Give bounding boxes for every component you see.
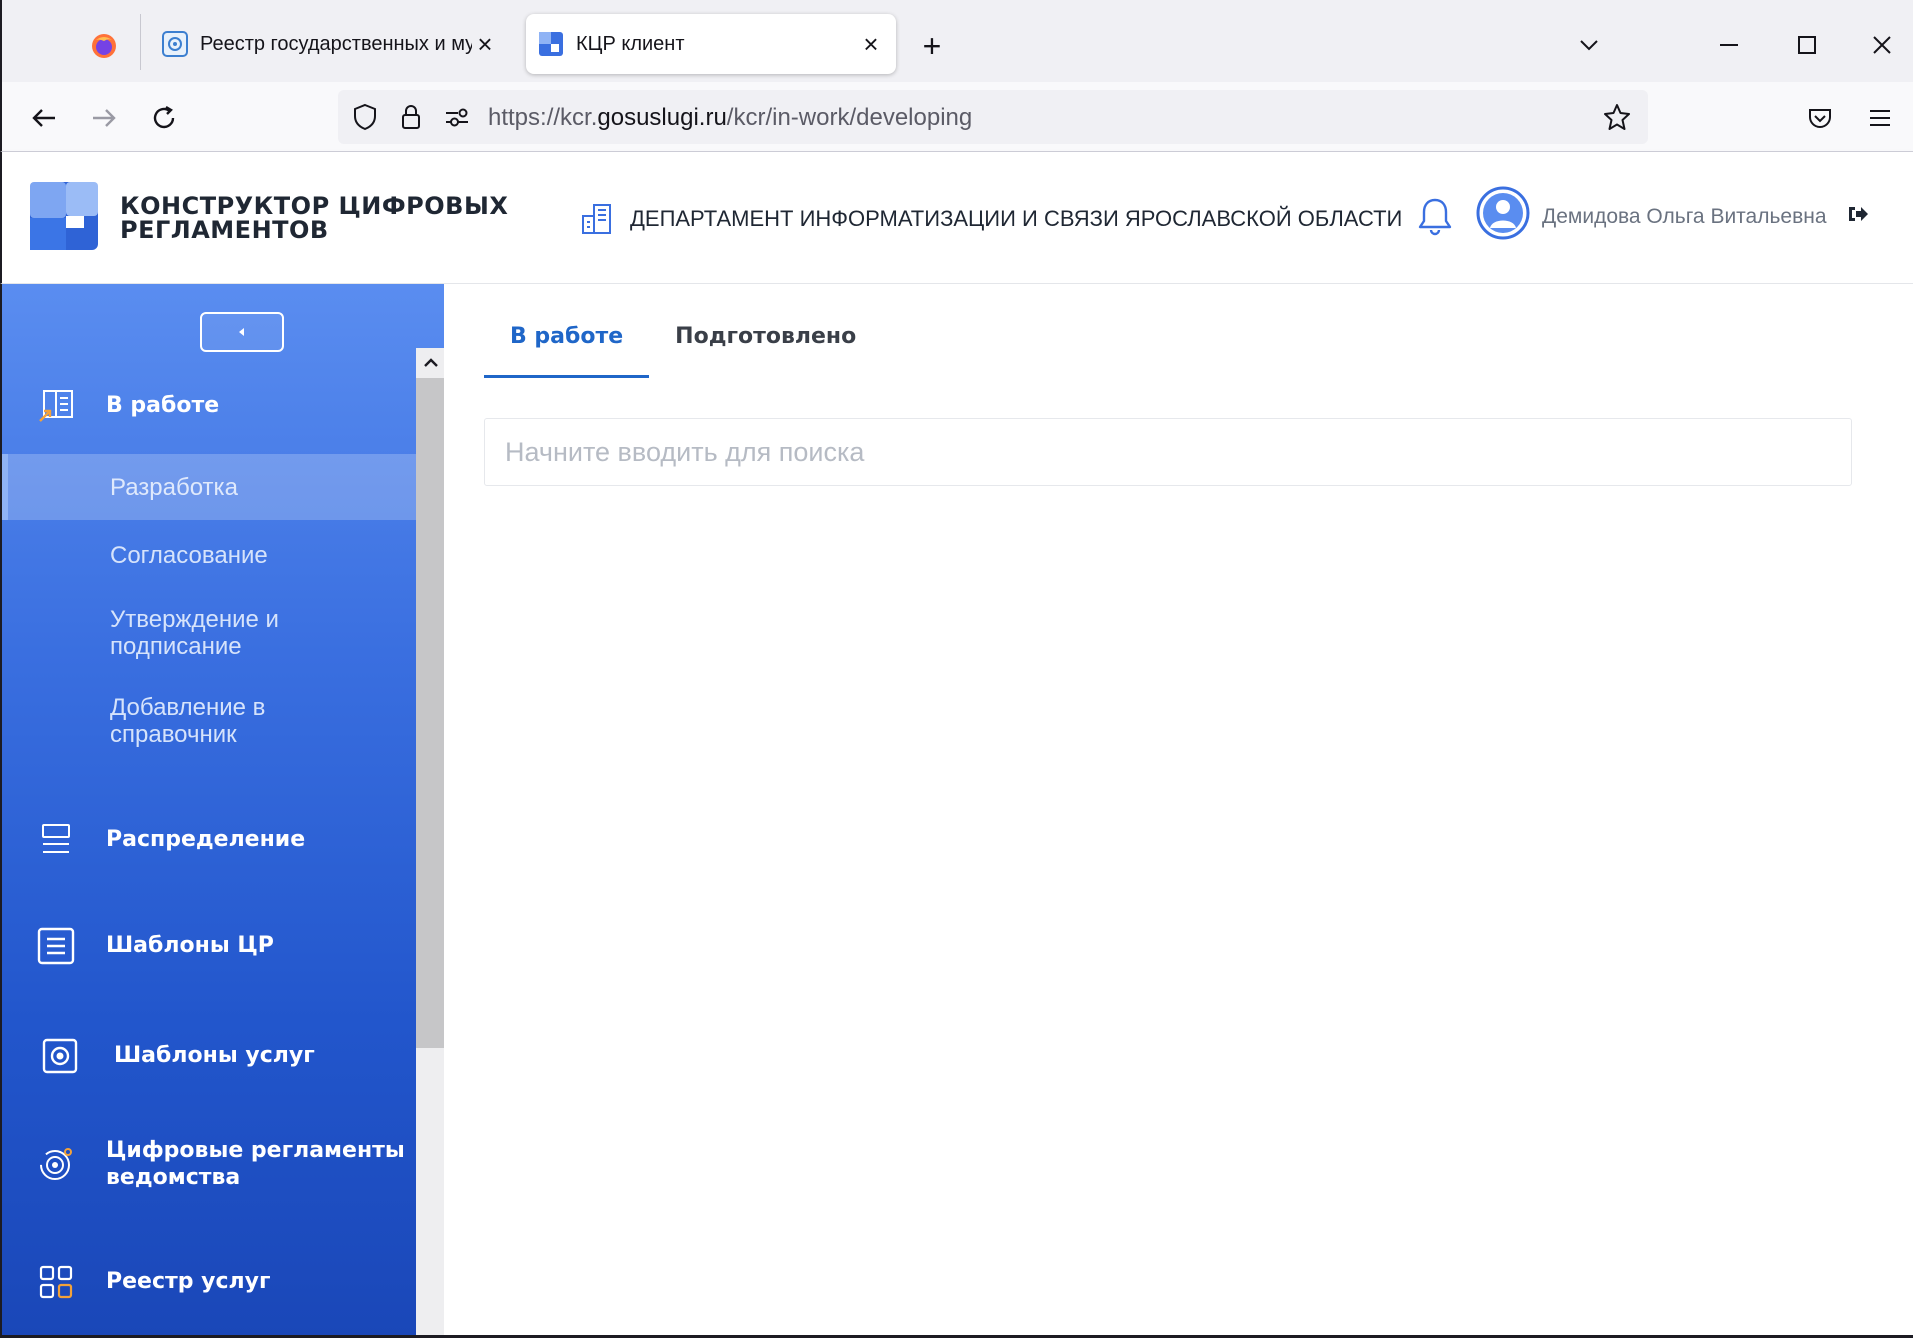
tab-title: Реестр государственных и муниципальных <box>200 32 472 55</box>
sidebar-subitem-label-2: подписание <box>110 633 242 660</box>
sidebar-subitem-label: Разработка <box>110 474 238 501</box>
sidebar-subitem-label: Утверждение и <box>110 606 279 633</box>
sidebar: В работе Разработка Согласование Утвержд… <box>0 284 444 1338</box>
tab-in-work[interactable]: В работе <box>484 322 650 378</box>
chevron-up-icon <box>424 358 438 367</box>
tab-divider <box>140 14 141 70</box>
minimize-icon <box>1720 44 1738 46</box>
tab-registry[interactable]: Реестр государственных и муниципальных × <box>150 14 510 74</box>
url-path: /kcr/in-work/developing <box>726 104 973 131</box>
registry-favicon-icon <box>162 31 188 57</box>
close-tab-icon[interactable]: × <box>472 29 498 59</box>
sidebar-item-service-registry[interactable]: Реестр услуг <box>2 1252 416 1312</box>
content-tabs: В работе Подготовлено <box>484 322 882 378</box>
sidebar-subitem-label: Добавление в <box>110 694 266 721</box>
brand-line-1: КОНСТРУКТОР ЦИФРОВЫХ <box>120 192 509 220</box>
sidebar-subitem-label-2: справочник <box>110 721 237 748</box>
tab-prepared[interactable]: Подготовлено <box>649 322 882 378</box>
app-header: КОНСТРУКТОР ЦИФРОВЫХ РЕГЛАМЕНТОВ ДЕПАРТА… <box>0 152 1913 284</box>
pocket-icon <box>1809 109 1831 128</box>
sidebar-item-label-2: ведомства <box>106 1165 241 1190</box>
reload-button[interactable] <box>142 96 186 140</box>
lock-icon[interactable] <box>396 102 426 132</box>
search-input[interactable] <box>484 418 1852 486</box>
distribution-icon <box>34 818 78 862</box>
url-domain: gosuslugi.ru <box>597 104 727 131</box>
url-text[interactable]: https://kcr.gosuslugi.ru/kcr/in-work/dev… <box>488 104 972 132</box>
sidebar-item-label: Шаблоны ЦР <box>106 933 274 958</box>
url-prefix: https://kcr. <box>488 104 598 131</box>
user-name[interactable]: Демидова Ольга Витальевна <box>1542 205 1827 229</box>
firefox-pinned-tab[interactable] <box>82 28 126 64</box>
sidebar-item-label: Реестр услуг <box>106 1269 271 1294</box>
browser-nav-bar: https://kcr.gosuslugi.ru/kcr/in-work/dev… <box>0 82 1913 152</box>
sidebar-subitem-add-to-catalog[interactable]: Добавление в справочник <box>2 674 416 748</box>
close-icon <box>1873 36 1891 54</box>
app-menu-button[interactable] <box>1858 96 1902 140</box>
brand-title[interactable]: КОНСТРУКТОР ЦИФРОВЫХ РЕГЛАМЕНТОВ <box>120 194 508 242</box>
sidebar-item-distribution[interactable]: Распределение <box>2 810 416 870</box>
forward-button[interactable] <box>82 96 126 140</box>
star-icon[interactable] <box>1602 102 1632 132</box>
kcr-favicon-icon <box>539 32 563 56</box>
caret-left-icon <box>239 328 244 336</box>
shield-icon[interactable] <box>350 102 380 132</box>
document-list-icon <box>34 924 78 968</box>
department-name: ДЕПАРТАМЕНТ ИНФОРМАТИЗАЦИИ И СВЯЗИ ЯРОСЛ… <box>630 206 1403 231</box>
orbit-target-icon <box>34 1142 78 1186</box>
sidebar-item-label: Шаблоны услуг <box>114 1043 315 1068</box>
sidebar-subitem-development[interactable]: Разработка <box>2 454 416 520</box>
sidebar-item-in-work[interactable]: В работе <box>2 376 416 436</box>
arrow-left-icon <box>32 109 55 127</box>
sidebar-subitem-signing[interactable]: Утверждение и подписание <box>2 586 416 660</box>
avatar[interactable] <box>1476 186 1530 240</box>
hamburger-menu-icon <box>1870 110 1890 126</box>
scroll-up-button[interactable] <box>416 348 444 378</box>
browser-tab-bar: Реестр государственных и муниципальных ×… <box>0 0 1913 82</box>
chevron-down-icon <box>1580 40 1598 51</box>
address-bar[interactable]: https://kcr.gosuslugi.ru/kcr/in-work/dev… <box>338 90 1648 144</box>
sidebar-item-dr-templates[interactable]: Шаблоны ЦР <box>2 916 416 976</box>
close-tab-icon[interactable]: × <box>858 29 884 59</box>
sidebar-item-label: Распределение <box>106 827 306 852</box>
sidebar-subitem-approval[interactable]: Согласование <box>2 522 416 582</box>
firefox-icon <box>92 34 116 58</box>
sidebar-collapse-button[interactable] <box>200 312 284 352</box>
building-icon <box>582 204 611 234</box>
in-work-icon <box>34 384 78 428</box>
brand-line-2: РЕГЛАМЕНТОВ <box>120 216 329 244</box>
sidebar-item-label: В работе <box>106 393 220 418</box>
reload-icon <box>153 105 175 129</box>
target-square-icon <box>38 1034 82 1078</box>
kcr-logo-icon[interactable] <box>30 182 98 250</box>
maximize-icon <box>1798 36 1816 54</box>
sidebar-subitem-label: Согласование <box>110 542 268 569</box>
close-window-button[interactable] <box>1857 20 1907 70</box>
department-selector[interactable]: ДЕПАРТАМЕНТ ИНФОРМАТИЗАЦИИ И СВЯЗИ ЯРОСЛ… <box>580 202 1402 236</box>
sidebar-item-service-templates[interactable]: Шаблоны услуг <box>2 1026 416 1086</box>
tab-kcr-client[interactable]: КЦР клиент × <box>526 14 896 74</box>
new-tab-button[interactable]: + <box>912 26 952 66</box>
maximize-button[interactable] <box>1782 20 1832 70</box>
back-button[interactable] <box>22 96 66 140</box>
grid-icon <box>34 1260 78 1304</box>
sidebar-item-department-regulations[interactable]: Цифровые регламенты ведомства <box>2 1124 416 1204</box>
logout-icon[interactable] <box>1847 204 1869 224</box>
pocket-button[interactable] <box>1798 96 1842 140</box>
bell-icon[interactable] <box>1416 196 1454 236</box>
scrollbar-thumb[interactable] <box>416 378 444 1048</box>
arrow-right-icon <box>93 109 116 127</box>
sidebar-item-label: Цифровые регламенты <box>106 1138 405 1163</box>
list-all-tabs-button[interactable] <box>1564 20 1614 70</box>
tab-title: КЦР клиент <box>576 32 685 55</box>
main-content: В работе Подготовлено <box>444 284 1913 1338</box>
permissions-icon[interactable] <box>442 102 472 132</box>
minimize-button[interactable] <box>1704 20 1754 70</box>
